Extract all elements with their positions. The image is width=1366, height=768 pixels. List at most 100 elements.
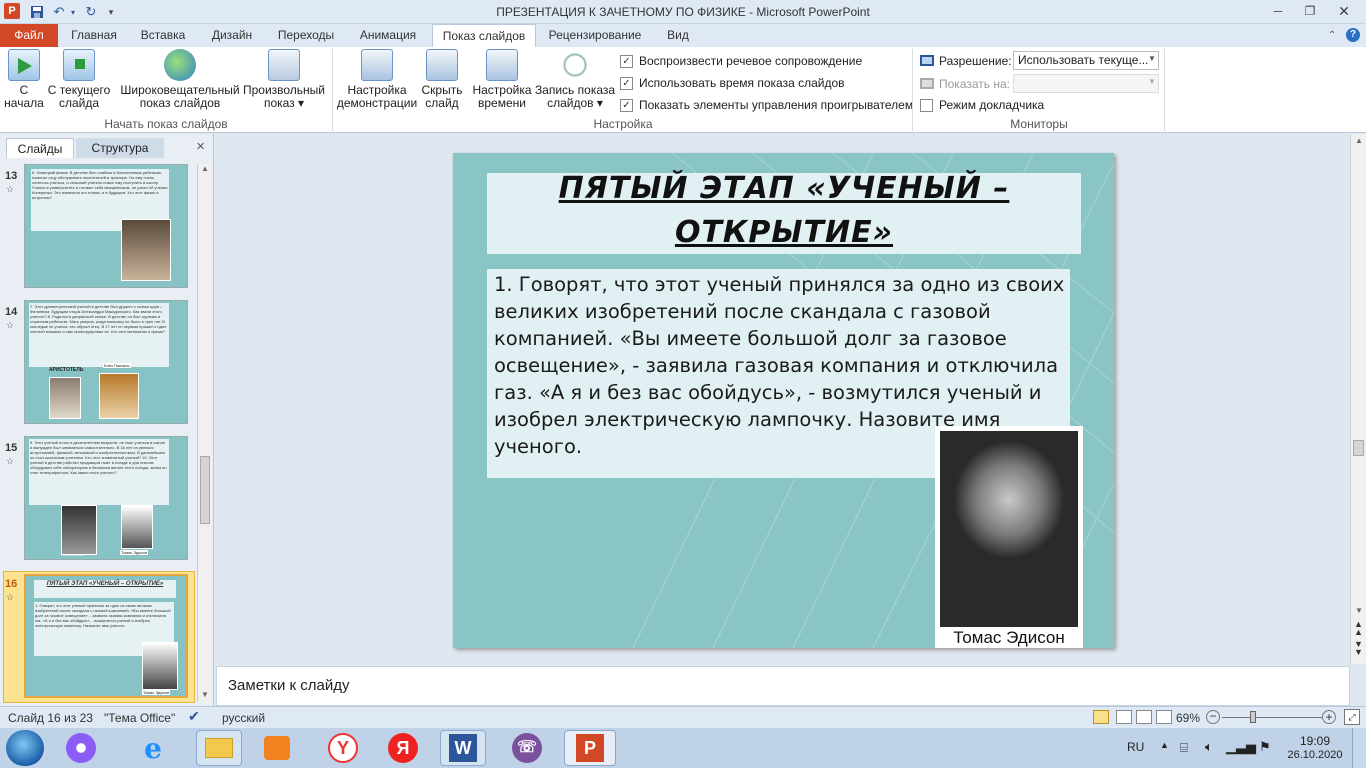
slide-canvas[interactable]: ПЯТЫЙ ЭТАП «УЧЕНЫЙ – ОТКРЫТИЕ» 1. Говоря… — [453, 153, 1114, 648]
scroll-up-icon[interactable]: ▲ — [201, 164, 209, 173]
setup-show-button[interactable]: Настройка демонстрации — [336, 49, 418, 110]
play-narrations-checkbox[interactable]: ✓ Воспроизвести речевое сопровождение — [620, 52, 862, 70]
zoom-slider-track[interactable] — [1222, 717, 1322, 718]
ribbon-tabs: Файл Главная Вставка Дизайн Переходы Ани… — [0, 24, 1366, 48]
use-timings-checkbox[interactable]: ✓ Использовать время показа слайдов — [620, 74, 845, 92]
slideshow-view-icon[interactable] — [1156, 710, 1172, 724]
device-icon[interactable]: ⌸ — [1180, 740, 1188, 756]
yandex-browser-icon[interactable]: Y — [320, 730, 366, 766]
network-signal-icon[interactable]: ▁▃▅ — [1226, 739, 1256, 755]
show-on-select[interactable] — [1013, 74, 1159, 93]
slide-thumbnail[interactable]: 7. Этот древнегреческий ученый в детстве… — [24, 300, 188, 424]
help-icon[interactable]: ? — [1346, 28, 1360, 42]
tab-design[interactable]: Дизайн — [200, 24, 264, 47]
custom-show-icon — [268, 49, 300, 81]
timer-icon — [486, 49, 518, 81]
slideshow-start-icon — [8, 49, 40, 81]
zoom-slider-thumb[interactable] — [1250, 711, 1256, 723]
flag-icon[interactable]: ⚑ — [1259, 739, 1271, 755]
slide-scrollbar[interactable]: ▲ ▼ ▲ ▲ ▼ ▼ — [1350, 134, 1366, 664]
from-start-button[interactable]: С начала — [4, 49, 44, 110]
tab-file[interactable]: Файл — [0, 24, 58, 47]
tab-home[interactable]: Главная — [62, 24, 126, 47]
start-orb-icon[interactable] — [6, 730, 44, 766]
fit-slide-icon[interactable]: ⤢ — [1344, 709, 1360, 725]
thumbnail-text: 9. Этот ученый оглох в десятилетнем возр… — [29, 439, 169, 505]
tab-view[interactable]: Вид — [656, 24, 700, 47]
show-media-controls-checkbox[interactable]: ✓ Показать элементы управления проигрыват… — [620, 96, 913, 114]
tab-slides[interactable]: Слайды — [6, 138, 74, 158]
clock-date[interactable]: 26.10.2020 — [1280, 749, 1350, 761]
image-caption: АРИСТОТЕЛЬ — [49, 367, 84, 373]
windows-taskbar: e Y Я W ☏ P RU ▲ ⌸ 🔈︎ ▁▃▅ ⚑ 19:09 26.10.… — [0, 728, 1366, 768]
slide-sorter-icon[interactable] — [1116, 710, 1132, 724]
zoom-in-icon[interactable]: + — [1322, 710, 1336, 724]
tab-insert[interactable]: Вставка — [132, 24, 194, 47]
close-button[interactable]: ✕ — [1331, 2, 1357, 20]
scroll-up-icon[interactable]: ▲ — [1355, 136, 1363, 145]
record-show-button[interactable]: Запись показа слайдов ▾ — [534, 49, 616, 110]
yandex-icon[interactable]: Я — [380, 730, 426, 766]
image-caption: Томас Эдисон — [142, 690, 171, 695]
input-language[interactable]: RU — [1127, 740, 1144, 754]
zoom-level[interactable]: 69% — [1176, 711, 1200, 725]
volume-icon[interactable]: 🔈︎ — [1205, 739, 1213, 755]
animation-star-icon: ☆ — [6, 184, 15, 194]
normal-view-icon[interactable] — [1093, 710, 1109, 724]
alice-assistant-icon[interactable] — [58, 730, 104, 766]
tab-animation[interactable]: Анимация — [348, 24, 428, 47]
viber-icon[interactable]: ☏ — [504, 730, 550, 766]
media-player-icon[interactable] — [254, 730, 300, 766]
slides-scrollbar[interactable]: ▲ ▼ — [197, 164, 212, 702]
tab-review[interactable]: Рецензирование — [542, 24, 648, 47]
close-pane-icon[interactable]: ✕ — [196, 140, 205, 153]
internet-explorer-icon[interactable]: e — [130, 730, 176, 766]
rehearse-timings-button[interactable]: Настройка времени — [470, 49, 534, 110]
slide-counter: Слайд 16 из 23 — [8, 711, 93, 725]
file-explorer-icon[interactable] — [196, 730, 242, 766]
scroll-down-icon[interactable]: ▼ — [201, 690, 209, 699]
window-title: ПРЕЗЕНТАЦИЯ К ЗАЧЕТНОМУ ПО ФИЗИКЕ - Micr… — [496, 5, 870, 19]
tray-show-hidden-icon[interactable]: ▲ — [1160, 740, 1169, 750]
photo-caption: Томас Эдисон — [953, 628, 1065, 647]
group-separator — [912, 49, 913, 131]
language-indicator[interactable]: русский — [222, 711, 265, 725]
resolution-select[interactable]: Использовать текуще... — [1013, 51, 1159, 70]
restore-button[interactable]: ❐ — [1297, 2, 1323, 20]
previous-slide-icon[interactable]: ▲ ▲ — [1354, 620, 1363, 637]
presenter-view-checkbox[interactable]: Режим докладчика — [920, 96, 1044, 114]
slide-thumbnail-selected[interactable]: ПЯТЫЙ ЭТАП «УЧЕНЫЙ – ОТКРЫТИЕ» 1. Говоря… — [24, 574, 188, 698]
next-slide-icon[interactable]: ▼ ▼ — [1354, 640, 1363, 657]
custom-show-button[interactable]: Произвольный показ ▾ — [242, 49, 326, 110]
zoom-out-icon[interactable]: − — [1206, 710, 1220, 724]
aristotle-bust-image — [49, 377, 81, 419]
broadcast-button[interactable]: Широковещательный показ слайдов — [118, 49, 242, 110]
spellcheck-icon[interactable]: ✔ — [188, 708, 200, 725]
group-label-monitors: Мониторы — [1010, 117, 1068, 131]
edison-photo-frame[interactable]: Томас Эдисон — [935, 426, 1083, 648]
scroll-thumb[interactable] — [200, 456, 210, 524]
slide-title: ПЯТЫЙ ЭТАП «УЧЕНЫЙ – ОТКРЫТИЕ» — [558, 171, 1010, 250]
scroll-down-icon[interactable]: ▼ — [1355, 606, 1363, 615]
slide-number: 14 — [5, 306, 18, 318]
notes-pane[interactable]: Заметки к слайду — [216, 666, 1350, 706]
tab-slide-show[interactable]: Показ слайдов — [432, 24, 536, 48]
minimize-button[interactable]: ─ — [1265, 2, 1291, 20]
word-icon[interactable]: W — [440, 730, 486, 766]
monitor-icon — [920, 78, 934, 89]
reading-view-icon[interactable] — [1136, 710, 1152, 724]
tab-outline[interactable]: Структура — [76, 138, 164, 158]
slide-thumbnail[interactable]: 9. Этот ученый оглох в десятилетнем возр… — [24, 436, 188, 560]
clock-time[interactable]: 19:09 — [1290, 734, 1340, 748]
hide-slide-button[interactable]: Скрыть слайд — [418, 49, 466, 110]
group-label-setup: Настройка — [593, 117, 653, 131]
minimize-ribbon-icon[interactable]: ⌃ — [1328, 30, 1336, 41]
tab-transitions[interactable]: Переходы — [270, 24, 342, 47]
show-desktop-button[interactable] — [1352, 728, 1366, 768]
group-separator — [1164, 49, 1165, 131]
scroll-thumb[interactable] — [1353, 440, 1364, 456]
powerpoint-taskbar-icon[interactable]: P — [564, 730, 616, 766]
checkmark-icon: ✓ — [620, 98, 633, 112]
from-current-button[interactable]: С текущего слайда — [46, 49, 112, 110]
slide-thumbnail[interactable]: 6. Немецкий физик. В детстве был слабым … — [24, 164, 188, 288]
